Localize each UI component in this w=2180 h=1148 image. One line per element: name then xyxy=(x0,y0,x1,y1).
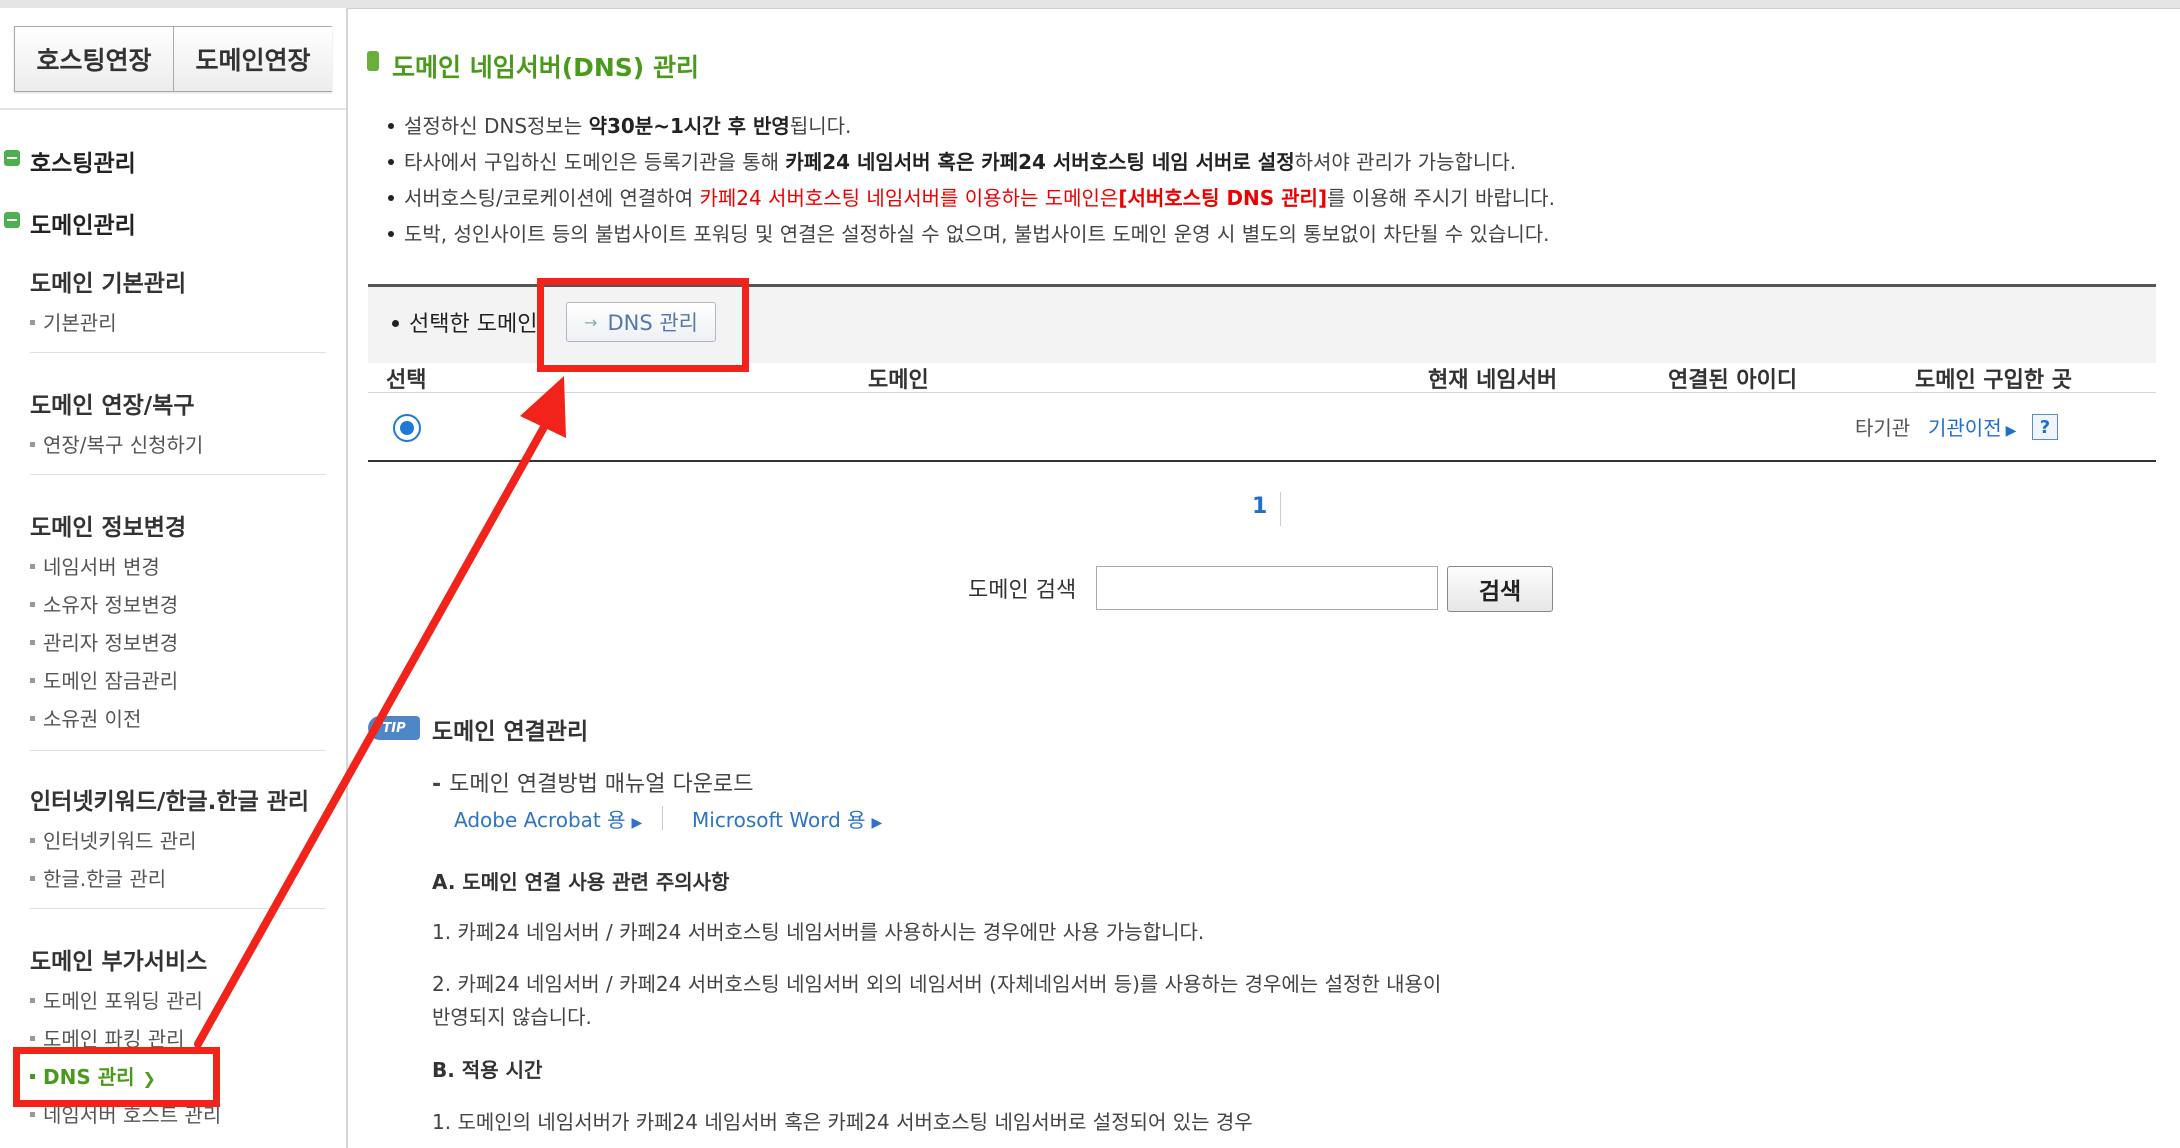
arrow-line xyxy=(194,416,552,1048)
annotation-arrow xyxy=(194,376,566,1048)
